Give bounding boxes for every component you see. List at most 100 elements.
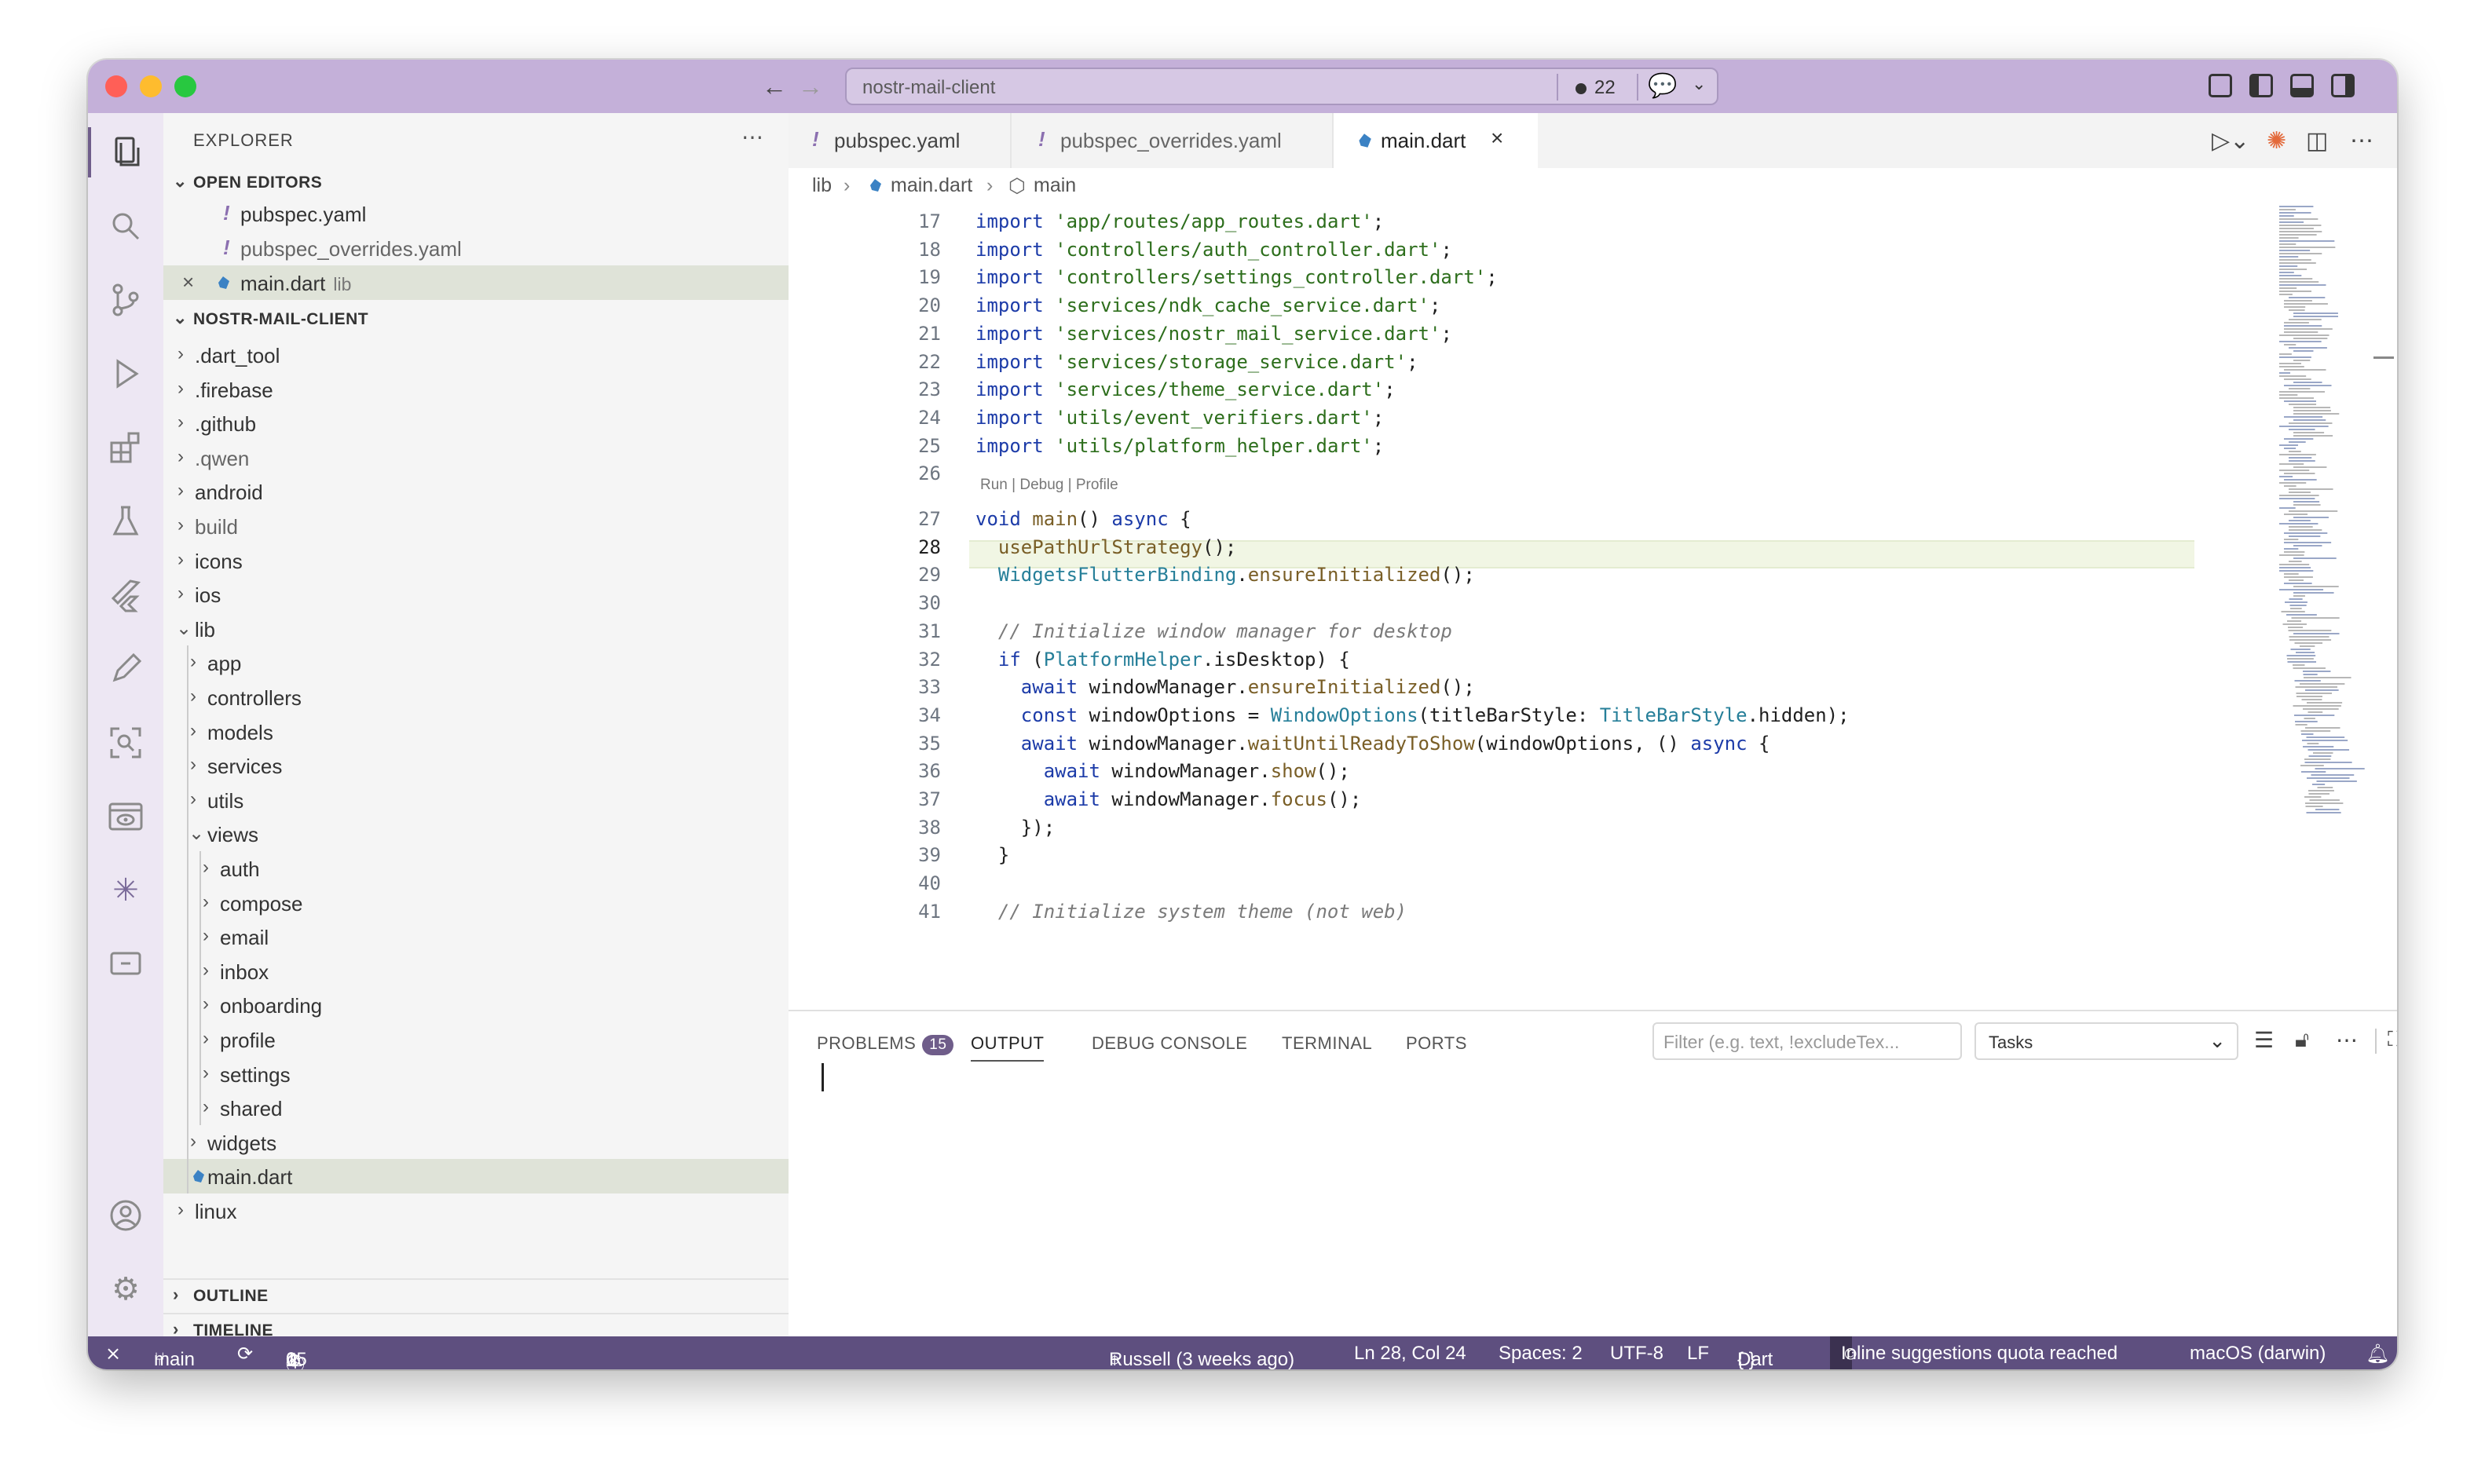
tab-pubspec-yaml[interactable]: ! pubspec.yaml [789, 113, 1010, 168]
tree-folder-item[interactable]: › onboarding [163, 988, 789, 1022]
explorer-icon[interactable] [107, 133, 145, 171]
chevron-right-icon: › [203, 857, 209, 878]
tree-folder-item[interactable]: › app [163, 645, 789, 680]
tree-folder-item[interactable]: › email [163, 919, 789, 954]
minimize-window-button[interactable] [140, 75, 162, 97]
close-icon[interactable]: × [182, 270, 194, 294]
section-outline[interactable]: › OUTLINE [163, 1278, 789, 1310]
flutter-hot-reload-icon[interactable]: ✺ [2267, 127, 2286, 155]
sparkle-icon[interactable]: ✳ [107, 872, 145, 909]
tree-folder-item[interactable]: › services [163, 748, 789, 783]
breadcrumb-folder[interactable]: lib [812, 174, 832, 197]
clear-output-icon[interactable]: ☰ [2254, 1027, 2274, 1053]
tree-folder-item[interactable]: › shared [163, 1091, 789, 1125]
tree-folder-item[interactable]: › inbox [163, 954, 789, 989]
breadcrumb-symbol[interactable]: main [1034, 174, 1076, 197]
copilot-quota-status[interactable]: ☺ Inline suggestions quota reached [1830, 1336, 2117, 1369]
account-icon[interactable] [107, 1197, 145, 1234]
tab-problems[interactable]: PROBLEMS 15 [817, 1033, 954, 1055]
tree-folder-item[interactable]: › models [163, 715, 789, 749]
tree-folder-item[interactable]: › android [163, 474, 789, 509]
tree-folder-item[interactable]: › widgets [163, 1125, 789, 1160]
tab-main-dart[interactable]: main.dart × [1334, 113, 1538, 168]
tree-folder-item[interactable]: › profile [163, 1022, 789, 1057]
encoding[interactable]: UTF-8 [1610, 1343, 1663, 1365]
open-editor-item[interactable]: ! pubspec.yaml [163, 196, 789, 231]
flutter-icon[interactable] [107, 576, 145, 614]
open-editor-item-active[interactable]: × main.dart lib [163, 265, 789, 300]
toggle-secondary-sidebar-icon[interactable] [2331, 74, 2355, 97]
tab-output[interactable]: OUTPUT [971, 1033, 1045, 1062]
toggle-panel-icon[interactable] [2290, 74, 2314, 97]
source-control-icon[interactable] [107, 281, 145, 319]
tree-folder-item[interactable]: › .firebase [163, 372, 789, 407]
tree-folder-item[interactable]: › icons [163, 543, 789, 578]
split-editor-icon[interactable]: ◫ [2306, 127, 2328, 155]
notification-count[interactable]: 22 [1594, 77, 1616, 99]
more-actions-icon[interactable]: ⋯ [2350, 127, 2373, 155]
tree-folder-item[interactable]: › build [163, 509, 789, 543]
output-filter-input[interactable]: Filter (e.g. text, !excludeTex... [1652, 1022, 1962, 1060]
code-editor[interactable]: 17 import 'app/routes/app_routes.dart'; 18… [789, 203, 2194, 1003]
customize-layout-icon[interactable] [2209, 74, 2232, 97]
chevron-down-icon[interactable]: ⌄ [1692, 74, 1706, 94]
close-tab-icon[interactable]: × [1491, 126, 1503, 151]
lock-icon[interactable]: 🔓︎ [2295, 1027, 2309, 1053]
run-debug-dropdown-icon[interactable]: ▷⌄ [2212, 127, 2249, 155]
end-of-line[interactable]: LF [1687, 1343, 1709, 1365]
codelens-run-debug-profile[interactable]: Run | Debug | Profile [980, 477, 1118, 494]
tree-folder-item[interactable]: › .qwen [163, 440, 789, 475]
tab-pubspec-overrides-yaml[interactable]: ! pubspec_overrides.yaml [1012, 113, 1332, 168]
command-center[interactable]: nostr-mail-client 22 💬 ⌄ [845, 68, 1718, 105]
more-actions-icon[interactable]: ⋯ [741, 124, 763, 150]
search-icon[interactable] [107, 207, 145, 245]
bell-icon[interactable]: 🔔︎ [2366, 1343, 2389, 1365]
cursor-position[interactable]: Ln 28, Col 24 [1354, 1343, 1466, 1365]
tree-folder-item[interactable]: › linux [163, 1193, 789, 1228]
tree-folder-item[interactable]: › .dart_tool [163, 338, 789, 372]
tab-terminal[interactable]: TERMINAL [1282, 1033, 1372, 1054]
toggle-primary-sidebar-icon[interactable] [2249, 74, 2273, 97]
tab-ports[interactable]: PORTS [1406, 1033, 1467, 1054]
back-arrow-icon[interactable]: ← [762, 71, 787, 102]
sync-icon[interactable]: ⟳ [237, 1343, 253, 1365]
tree-file-item[interactable]: main.dart [163, 1159, 789, 1194]
maximize-panel-icon[interactable]: ⛶ [2388, 1027, 2397, 1052]
forward-arrow-icon[interactable]: → [798, 71, 823, 102]
zoom-window-button[interactable] [174, 75, 196, 97]
tree-folder-item[interactable]: › auth [163, 851, 789, 886]
platform-status[interactable]: macOS (darwin) [2190, 1343, 2326, 1365]
more-actions-icon[interactable]: ⋯ [2336, 1027, 2358, 1053]
remote-indicator-icon[interactable]: ⨯ [105, 1343, 121, 1365]
section-open-editors[interactable]: ⌄ OPEN EDITORS [163, 166, 789, 198]
tree-folder-item[interactable]: › utils [163, 783, 789, 817]
tree-folder-item[interactable]: › controllers [163, 680, 789, 715]
scrollbar-marker[interactable] [2373, 356, 2394, 359]
tree-folder-item[interactable]: › ios [163, 577, 789, 612]
close-window-button[interactable] [105, 75, 127, 97]
open-editor-item[interactable]: ! pubspec_overrides.yaml [163, 231, 789, 265]
tree-folder-item[interactable]: › .github [163, 406, 789, 440]
remote-explorer-icon[interactable] [107, 945, 145, 983]
scan-icon[interactable] [107, 724, 145, 762]
tree-folder-item[interactable]: ⌄ lib [163, 612, 789, 646]
gear-icon[interactable]: ⚙ [107, 1270, 145, 1308]
copilot-chat-icon[interactable]: 💬 [1648, 72, 1677, 100]
section-project[interactable]: ⌄ NOSTR-MAIL-CLIENT [163, 303, 789, 334]
text-cursor [822, 1063, 824, 1091]
breadcrumb-file[interactable]: main.dart [891, 174, 972, 197]
preview-eye-icon[interactable] [107, 798, 145, 835]
tree-folder-item[interactable]: ⌄ views [163, 817, 789, 851]
output-channel-select[interactable]: Tasks ⌄ [1974, 1022, 2238, 1060]
run-debug-icon[interactable] [107, 355, 145, 393]
testing-flask-icon[interactable] [107, 503, 145, 540]
edit-pencil-icon[interactable] [107, 650, 145, 688]
code-line: await windowManager.show(); [1043, 760, 1350, 783]
tab-debug-console[interactable]: DEBUG CONSOLE [1092, 1033, 1247, 1054]
indentation[interactable]: Spaces: 2 [1499, 1343, 1583, 1365]
tree-folder-item[interactable]: › settings [163, 1057, 789, 1091]
tree-folder-item[interactable]: › compose [163, 886, 789, 920]
extensions-icon[interactable] [107, 429, 145, 466]
code-line: usePathUrlStrategy(); [997, 535, 1237, 558]
minimap[interactable] [2278, 203, 2395, 1003]
